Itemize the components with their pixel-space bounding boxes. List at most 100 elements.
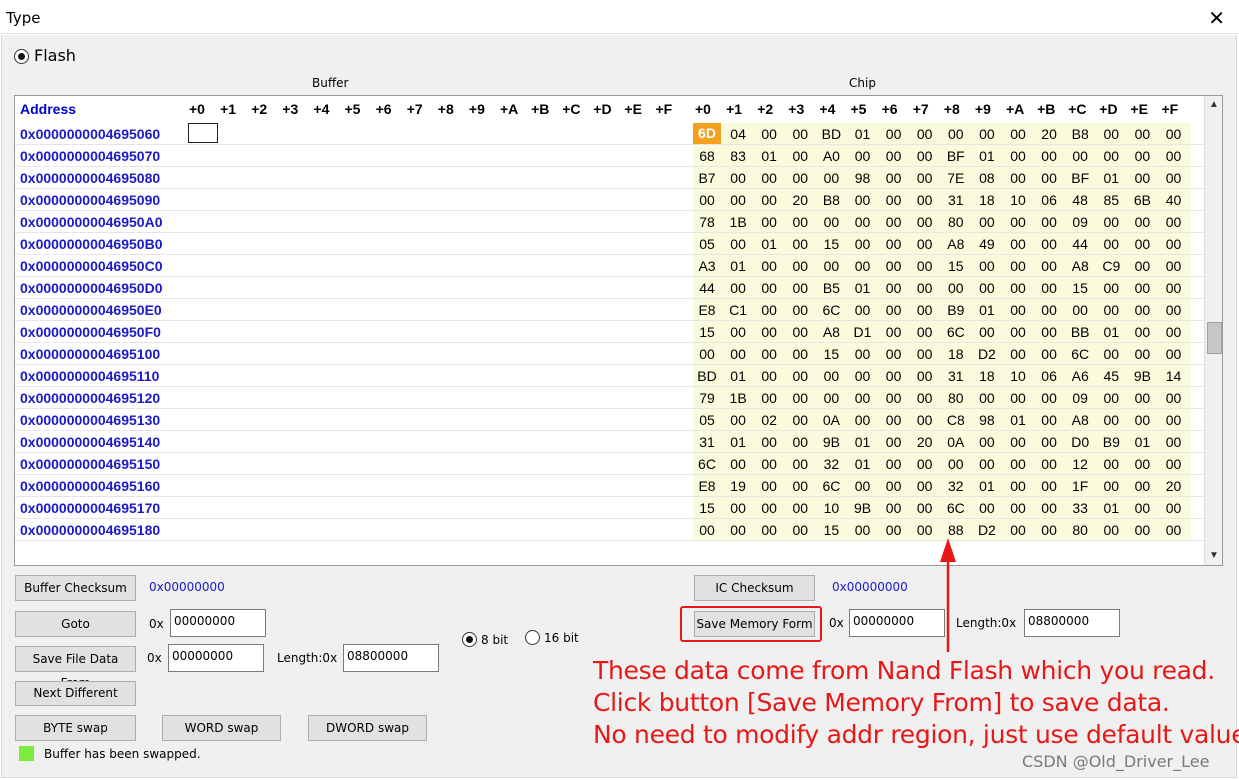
chip-byte-cell[interactable]: C9	[1097, 258, 1125, 274]
chip-byte-cell[interactable]: 20	[1035, 126, 1063, 142]
chip-byte-cell[interactable]: 00	[849, 412, 877, 428]
flash-radio-option[interactable]: Flash	[14, 46, 76, 65]
chip-byte-cell[interactable]: 00	[1128, 258, 1156, 274]
chip-byte-cell[interactable]: 44	[1066, 236, 1094, 252]
chip-byte-cell[interactable]: 00	[880, 478, 908, 494]
chip-byte-cell[interactable]: 00	[849, 478, 877, 494]
chip-byte-cell[interactable]: 00	[786, 456, 814, 472]
chip-byte-cell[interactable]: 01	[849, 280, 877, 296]
chip-byte-cell[interactable]: 00	[1097, 390, 1125, 406]
chip-byte-cell[interactable]: 00	[1128, 522, 1156, 538]
chip-byte-cell[interactable]: 1B	[724, 214, 752, 230]
chip-byte-cell[interactable]: 00	[1097, 214, 1125, 230]
chip-byte-cell[interactable]: 1B	[724, 390, 752, 406]
chip-byte-cell[interactable]: 00	[880, 258, 908, 274]
chip-byte-cell[interactable]: 00	[942, 126, 970, 142]
ic-checksum-button[interactable]: IC Checksum	[694, 575, 815, 601]
chip-byte-cell[interactable]: 01	[973, 148, 1001, 164]
chip-byte-cell[interactable]: 00	[724, 192, 752, 208]
chip-byte-cell[interactable]: 15	[693, 500, 721, 516]
chip-byte-cell[interactable]: 00	[911, 412, 939, 428]
chip-byte-cell[interactable]: A8	[1066, 412, 1094, 428]
chip-byte-cell[interactable]: 00	[849, 236, 877, 252]
chip-byte-cell[interactable]: 00	[911, 500, 939, 516]
chip-byte-cell[interactable]: 00	[1035, 346, 1063, 362]
chip-byte-cell[interactable]: 05	[693, 236, 721, 252]
chip-byte-cell[interactable]: 00	[786, 368, 814, 384]
chip-byte-cell[interactable]: 32	[942, 478, 970, 494]
chip-byte-cell[interactable]: 00	[755, 346, 783, 362]
chip-byte-cell[interactable]: 00	[1097, 456, 1125, 472]
chip-byte-cell[interactable]: 00	[880, 192, 908, 208]
table-row[interactable]: 0x0000000004695160 E8 19 00 00 6C 00 00 00 32 01 00…	[15, 475, 1205, 497]
chip-byte-cell[interactable]: 00	[911, 368, 939, 384]
chip-byte-cell[interactable]: 00	[1128, 170, 1156, 186]
word-swap-button[interactable]: WORD swap	[162, 715, 281, 741]
chip-byte-cell[interactable]: 00	[880, 126, 908, 142]
chip-byte-cell[interactable]: 00	[1035, 324, 1063, 340]
chip-byte-cell[interactable]: D2	[973, 522, 1001, 538]
chip-byte-cell[interactable]: 15	[817, 346, 845, 362]
chip-byte-cell[interactable]: 6C	[942, 500, 970, 516]
hex-data-grid[interactable]: Address +0 +0 +1 +1 +2 +2 +3 +3 +4 +4 +5 +5 +6 +6 +7 +7…	[14, 95, 1223, 566]
chip-byte-cell[interactable]: 00	[755, 280, 783, 296]
chip-byte-cell[interactable]: 00	[817, 258, 845, 274]
chip-byte-cell[interactable]: 31	[942, 192, 970, 208]
chip-byte-cell[interactable]: B8	[817, 192, 845, 208]
chip-byte-cell[interactable]: 00	[1035, 280, 1063, 296]
chip-byte-cell[interactable]: 00	[973, 390, 1001, 406]
chip-byte-cell[interactable]: 00	[1035, 500, 1063, 516]
chip-byte-cell[interactable]: 18	[942, 346, 970, 362]
chip-byte-cell[interactable]: 6C	[1066, 346, 1094, 362]
chip-byte-cell[interactable]: 00	[1035, 456, 1063, 472]
chip-byte-cell[interactable]: 00	[1160, 412, 1188, 428]
chip-byte-cell[interactable]: 33	[1066, 500, 1094, 516]
chip-byte-cell[interactable]: 00	[849, 214, 877, 230]
save-file-length-input[interactable]: 08800000	[343, 644, 439, 672]
chip-byte-cell[interactable]: 80	[942, 390, 970, 406]
chip-byte-cell[interactable]: 00	[755, 522, 783, 538]
chip-byte-cell[interactable]: 48	[1066, 192, 1094, 208]
chip-byte-cell[interactable]: 7E	[942, 170, 970, 186]
chip-byte-cell[interactable]: 80	[942, 214, 970, 230]
chip-byte-cell[interactable]: 00	[1097, 346, 1125, 362]
chip-byte-cell[interactable]: BB	[1066, 324, 1094, 340]
chip-byte-cell[interactable]: 00	[849, 346, 877, 362]
scroll-up-icon[interactable]: ▲	[1209, 99, 1219, 110]
chip-byte-cell[interactable]: 00	[724, 412, 752, 428]
chip-byte-cell[interactable]: 00	[755, 170, 783, 186]
chip-byte-cell[interactable]: 9B	[849, 500, 877, 516]
chip-byte-cell[interactable]: 78	[693, 214, 721, 230]
chip-byte-cell[interactable]: 00	[1035, 258, 1063, 274]
flash-radio-icon[interactable]	[14, 49, 29, 64]
chip-byte-cell[interactable]: 00	[911, 126, 939, 142]
chip-byte-cell[interactable]: 00	[817, 170, 845, 186]
chip-byte-cell[interactable]: 00	[1160, 346, 1188, 362]
chip-byte-cell[interactable]: E8	[693, 302, 721, 318]
chip-byte-cell[interactable]: 1F	[1066, 478, 1094, 494]
chip-byte-cell[interactable]: 00	[724, 346, 752, 362]
goto-address-input[interactable]: 00000000	[170, 609, 266, 637]
chip-byte-cell[interactable]: 01	[1128, 434, 1156, 450]
chip-byte-cell[interactable]: 00	[880, 500, 908, 516]
grid-vertical-scrollbar[interactable]: ▲ ▼	[1204, 96, 1222, 565]
chip-byte-cell[interactable]: 00	[786, 170, 814, 186]
chip-byte-cell[interactable]: 00	[786, 236, 814, 252]
chip-byte-cell[interactable]: 6C	[693, 456, 721, 472]
chip-byte-cell[interactable]: 00	[911, 302, 939, 318]
table-row[interactable]: 0x0000000004695170 15 00 00 00 10 9B 00 00 6C 00 00…	[15, 497, 1205, 519]
chip-byte-cell[interactable]: 00	[1004, 302, 1032, 318]
table-row[interactable]: 0x00000000046950D0 44 00 00 00 B5 01 00 00 00 00 00…	[15, 277, 1205, 299]
chip-byte-cell[interactable]: 05	[693, 412, 721, 428]
chip-byte-cell[interactable]: 02	[755, 412, 783, 428]
table-row[interactable]: 0x00000000046950A0 78 1B 00 00 00 00 00 00 80 00 00…	[15, 211, 1205, 233]
chip-byte-cell[interactable]: 00	[786, 390, 814, 406]
chip-byte-cell[interactable]: 00	[1160, 302, 1188, 318]
chip-byte-cell[interactable]: 01	[973, 478, 1001, 494]
chip-byte-cell[interactable]: C8	[942, 412, 970, 428]
chip-byte-cell[interactable]: A6	[1066, 368, 1094, 384]
chip-byte-cell[interactable]: 00	[1097, 126, 1125, 142]
chip-byte-cell[interactable]: D2	[973, 346, 1001, 362]
chip-byte-cell[interactable]: 6D	[693, 123, 721, 144]
chip-byte-cell[interactable]: B7	[693, 170, 721, 186]
